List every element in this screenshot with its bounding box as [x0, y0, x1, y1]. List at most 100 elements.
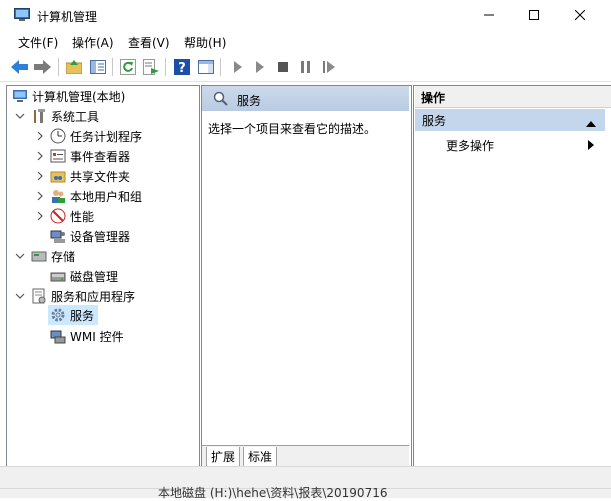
pause-icon — [301, 61, 310, 73]
computer-management-icon — [14, 8, 30, 22]
disk-icon — [50, 272, 66, 282]
tree-item-event-viewer[interactable]: 事件查看器 — [50, 146, 130, 166]
services-panel — [201, 85, 412, 467]
close-icon — [575, 10, 585, 20]
users-icon — [52, 190, 65, 203]
stop-service-button[interactable] — [273, 57, 293, 77]
toolbar-separator — [165, 58, 166, 76]
tree-item-label: 计算机管理(本地) — [32, 89, 126, 104]
menu-help[interactable]: 帮助(H) — [184, 34, 226, 51]
services-header-title: 服务 — [237, 94, 262, 108]
play-icon — [234, 61, 242, 73]
tree-item-disk-management[interactable]: 磁盘管理 — [50, 266, 118, 286]
tree-item-device-manager[interactable]: 设备管理器 — [50, 226, 130, 246]
up-folder-icon — [66, 60, 82, 74]
export-list-button[interactable] — [141, 57, 161, 77]
tree-item-root[interactable]: 计算机管理(本地) — [12, 86, 125, 106]
start-service-button[interactable] — [228, 57, 248, 77]
gear-icon — [51, 308, 65, 322]
actions-header-title: 操作 — [421, 91, 446, 105]
expand-chevron-icon[interactable] — [35, 211, 45, 221]
restart-service-button[interactable] — [319, 57, 339, 77]
storage-icon — [31, 251, 47, 262]
collapse-chevron-icon[interactable] — [15, 291, 25, 301]
back-button[interactable] — [10, 57, 30, 77]
show-hide-tree-icon — [90, 60, 106, 74]
tree-item-label: 共享文件夹 — [70, 169, 131, 184]
tree-item-label: 存储 — [51, 249, 76, 264]
expand-chevron-icon[interactable] — [35, 171, 45, 181]
services-apps-icon — [32, 288, 46, 304]
help-icon: ? — [174, 59, 190, 75]
refresh-icon — [120, 59, 136, 75]
help-button[interactable]: ? — [172, 57, 192, 77]
tree-item-label: 任务计划程序 — [70, 129, 143, 144]
tree-item-label: 设备管理器 — [70, 229, 131, 244]
tree-item-services[interactable]: 服务 — [48, 305, 99, 325]
minimize-button[interactable] — [466, 0, 512, 30]
collapse-up-icon[interactable] — [586, 116, 596, 130]
expand-chevron-icon[interactable] — [35, 191, 45, 201]
close-button[interactable] — [557, 0, 603, 30]
up-folder-button[interactable] — [64, 57, 84, 77]
search-gear-icon — [213, 91, 229, 110]
more-actions-item[interactable]: 更多操作 — [446, 137, 494, 154]
back-arrow-icon — [11, 60, 28, 74]
maximize-icon — [529, 10, 539, 20]
submenu-arrow-icon — [588, 139, 594, 153]
toolbar-separator — [58, 58, 59, 76]
tree-item-local-users[interactable]: 本地用户和组 — [50, 186, 142, 206]
tree-item-services-apps[interactable]: 服务和应用程序 — [31, 286, 135, 306]
tree-item-label: 服务和应用程序 — [51, 289, 136, 304]
expand-chevron-icon[interactable] — [35, 131, 45, 141]
toolbar-separator — [112, 58, 113, 76]
forward-button[interactable] — [33, 57, 53, 77]
computer-management-icon — [13, 90, 27, 102]
tree-item-task-scheduler[interactable]: 任务计划程序 — [50, 126, 142, 146]
tree-item-label: 系统工具 — [51, 109, 100, 124]
restart-icon — [323, 61, 335, 73]
minimize-icon — [484, 14, 494, 16]
tree-item-shared-folders[interactable]: 共享文件夹 — [50, 166, 130, 186]
actions-panel — [413, 85, 611, 467]
tree-item-label: 磁盘管理 — [70, 269, 119, 284]
toolbar-separator — [220, 58, 221, 76]
pause-service-button[interactable] — [296, 57, 316, 77]
tree-item-label: 性能 — [70, 209, 95, 224]
window-title: 计算机管理 — [37, 10, 98, 24]
menu-view[interactable]: 查看(V) — [128, 34, 170, 51]
wmi-icon — [50, 330, 66, 344]
tab-standard[interactable]: 标准 — [243, 447, 278, 467]
menu-action[interactable]: 操作(A) — [72, 34, 114, 51]
stop-icon — [278, 62, 288, 72]
tree-item-wmi[interactable]: WMI 控件 — [50, 326, 124, 346]
shared-folder-icon — [50, 171, 66, 183]
tree-item-label: WMI 控件 — [70, 329, 124, 344]
tree-item-storage[interactable]: 存储 — [31, 246, 75, 266]
forward-arrow-icon — [34, 60, 51, 74]
collapse-chevron-icon[interactable] — [15, 251, 25, 261]
tools-icon — [34, 109, 45, 123]
refresh-button[interactable] — [118, 57, 138, 77]
show-hide-action-pane-button[interactable] — [196, 57, 216, 77]
device-manager-icon — [50, 230, 65, 243]
show-hide-action-pane-icon — [198, 60, 214, 74]
event-viewer-icon — [50, 149, 66, 163]
show-hide-tree-button[interactable] — [88, 57, 108, 77]
tab-extended[interactable]: 扩展 — [206, 447, 241, 467]
expand-chevron-icon[interactable] — [35, 151, 45, 161]
maximize-button[interactable] — [511, 0, 557, 30]
actions-section-label: 服务 — [422, 114, 447, 128]
status-text: 本地磁盘 (H:)\hehe\资料\报表\20190716 — [158, 486, 388, 500]
tree-item-performance[interactable]: 性能 — [50, 206, 94, 226]
collapse-chevron-icon[interactable] — [15, 111, 25, 121]
tree-item-label: 服务 — [70, 308, 95, 323]
description-text: 选择一个项目来查看它的描述。 — [208, 122, 377, 136]
play-outline-icon — [256, 61, 264, 73]
tree-item-system-tools[interactable]: 系统工具 — [31, 106, 99, 126]
menu-file[interactable]: 文件(F) — [18, 34, 58, 51]
tree-item-label: 事件查看器 — [70, 149, 131, 164]
clock-icon — [50, 128, 66, 144]
start-service-alt-button[interactable] — [250, 57, 270, 77]
export-list-icon — [143, 59, 159, 75]
